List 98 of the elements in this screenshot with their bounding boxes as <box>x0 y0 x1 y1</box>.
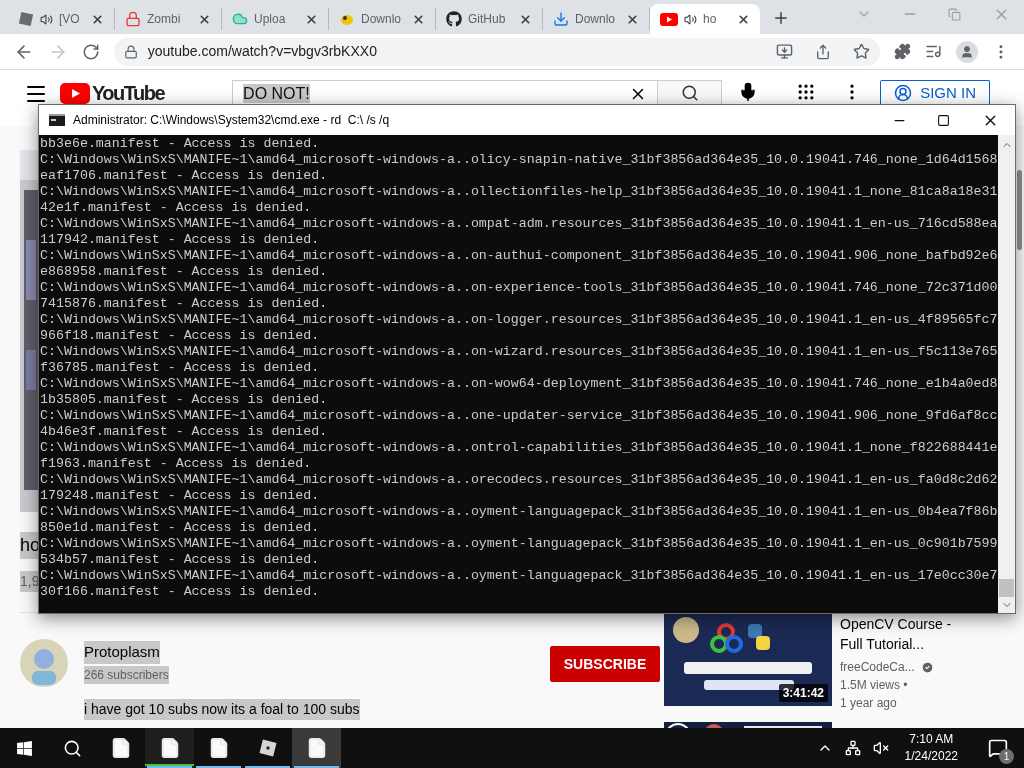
search-field[interactable]: DO NOT! <box>232 80 659 104</box>
console-line: C:\Windows\WinSxS\MANIFE~1\amd64_microsoft-windows-a..on-experience-tools_31bf3856ad364e35_10.0.19041.746_none_72c371d00 <box>40 280 998 296</box>
console-line: 4b46e3f.manifest - Access is denied. <box>40 424 328 440</box>
console-line: C:\Windows\WinSxS\MANIFE~1\amd64_microsoft-windows-a..on-wizard.resources_31bf3856ad364e35_10.0.19041.1_en-us_f5c113e765 <box>40 344 998 360</box>
console-line: 117942.manifest - Access is denied. <box>40 232 320 248</box>
duration-label: 3:41:42 <box>778 684 828 702</box>
console-line: C:\Windows\WinSxS\MANIFE~1\amd64_microsoft-windows-a..on-logger.resources_31bf3856ad364e35_10.0.19041.1_en-us_4f89565fc7 <box>40 312 998 328</box>
console-line: f36785.manifest - Access is denied. <box>40 360 320 376</box>
taskbar-app[interactable] <box>292 728 341 768</box>
muted-speaker-icon[interactable] <box>872 740 889 756</box>
channel-name[interactable]: Protoplasm <box>84 641 160 664</box>
search-icon <box>680 83 699 102</box>
tab-title: [VO <box>59 11 80 28</box>
console-line: 179248.manifest - Access is denied. <box>40 488 320 504</box>
tab-title: Zombi <box>147 11 181 28</box>
console-line: 30f166.manifest - Access is denied. <box>40 584 320 600</box>
user-icon <box>894 83 913 102</box>
media-queue-icon[interactable] <box>925 43 943 60</box>
profile-icon[interactable] <box>956 40 979 63</box>
notification-count: 1 <box>999 749 1014 764</box>
lock-icon <box>123 44 138 59</box>
clock-date: 1/24/2022 <box>904 748 958 765</box>
taskbar-app[interactable] <box>145 728 194 768</box>
address-field[interactable]: youtube.com/watch?v=vbgv3rbKXX0 <box>113 37 881 66</box>
browser-tab[interactable]: Uploa <box>222 8 329 30</box>
url-text: youtube.com/watch?v=vbgv3rbKXX0 <box>147 42 378 61</box>
console-line: e868958.manifest - Access is denied. <box>40 264 328 280</box>
share-icon[interactable] <box>815 43 832 60</box>
windows-logo-icon[interactable] <box>15 739 33 757</box>
close-icon[interactable] <box>198 12 211 26</box>
console-line: 966f18.manifest - Access is denied. <box>40 328 320 344</box>
console-line: C:\Windows\WinSxS\MANIFE~1\amd64_microsoft-windows-a..oyment-languagepack_31bf3856ad364e35_10.0.19041.1_en-us_0c901b7599 <box>40 536 998 552</box>
console-line: eaf1706.manifest - Access is denied. <box>40 168 328 184</box>
console-line: C:\Windows\WinSxS\MANIFE~1\amd64_microsoft-windows-a..ompat-adm.resources_31bf3856ad364e35_10.0.19041.1_en-us_716cd588ea <box>40 216 998 232</box>
console-icon <box>49 114 65 126</box>
close-icon[interactable] <box>412 12 425 26</box>
channel-name[interactable]: freeCodeCa... <box>840 658 915 676</box>
maximize-icon[interactable] <box>937 113 950 127</box>
close-icon[interactable] <box>305 12 318 26</box>
close-icon[interactable] <box>91 12 104 26</box>
scrollbar-thumb[interactable] <box>1017 170 1022 250</box>
close-icon[interactable] <box>737 12 750 26</box>
console-line: 42e1f.manifest - Access is denied. <box>40 200 312 216</box>
avatar <box>20 639 68 687</box>
network-icon[interactable] <box>844 740 861 756</box>
console-line: C:\Windows\WinSxS\MANIFE~1\amd64_microsoft-windows-a..on-wow64-deployment_31bf3856ad364e35_10.0.19041.746_none_e1b4a0ed8 <box>40 376 998 392</box>
tab-title: Uploa <box>254 11 286 28</box>
github-icon <box>446 11 462 27</box>
padlock-icon <box>125 11 141 27</box>
speaker-icon[interactable] <box>684 12 697 26</box>
close-icon[interactable] <box>519 12 532 26</box>
browser-tab[interactable]: Zombi <box>115 8 222 30</box>
console-line: C:\Windows\WinSxS\MANIFE~1\amd64_microsoft-windows-a..on-authui-component_31bf3856ad364e35_10.0.19041.906_none_bafbd92e6 <box>40 248 998 264</box>
speaker-icon[interactable] <box>40 12 53 26</box>
console-line: C:\Windows\WinSxS\MANIFE~1\amd64_microsoft-windows-a..olicy-snapin-native_31bf3856ad364e35_10.0.19041.746_none_1d64d1568 <box>40 152 998 168</box>
clock-time: 7:10 AM <box>909 731 954 748</box>
subscriber-count: 266 subscribers <box>84 665 169 684</box>
channel-description: i have got 10 subs now its a foal to 100 subs <box>84 699 360 720</box>
console-line: C:\Windows\WinSxS\MANIFE~1\amd64_microsoft-windows-a..oyment-languagepack_31bf3856ad364e35_10.0.19041.1_en-us_17e0cc30e7 <box>40 568 998 584</box>
new-tab-icon[interactable] <box>772 9 790 27</box>
browser-tab[interactable]: [VO <box>8 8 115 30</box>
search-value: DO NOT! <box>243 84 310 103</box>
console-line: bb3e6e.manifest - Access is denied. <box>40 136 320 152</box>
console-line: C:\Windows\WinSxS\MANIFE~1\amd64_microsoft-windows-a..oyment-languagepack_31bf3856ad364e35_10.0.19041.1_en-us_0b4ea7f86b <box>40 504 998 520</box>
play-logo-icon <box>660 12 678 26</box>
console-line: 534b57.manifest - Access is denied. <box>40 552 320 568</box>
install-icon[interactable] <box>776 43 794 60</box>
console-line: C:\Windows\WinSxS\MANIFE~1\amd64_microsoft-windows-a..orecodecs.resources_31bf3856ad364e35_10.0.19041.1_en-us_fa0d8c2d62 <box>40 472 998 488</box>
cloud-icon <box>232 11 248 27</box>
star-icon[interactable] <box>853 43 871 60</box>
close-icon[interactable] <box>626 12 639 26</box>
logo-text: YouTube <box>92 83 165 104</box>
browser-tab[interactable]: GitHub <box>436 8 543 30</box>
window-title: Administrator: C:\Windows\System32\cmd.exe - rd C:\ /s /q <box>73 112 390 129</box>
console-line: C:\Windows\WinSxS\MANIFE~1\amd64_microsoft-windows-a..ontrol-capabilities_31bf3856ad364e35_10.0.19041.1_none_f822688441e <box>40 440 998 456</box>
video-title[interactable]: OpenCV Course - Full Tutorial... <box>840 614 952 654</box>
view-count: 1.5M views • <box>840 677 909 694</box>
upload-age: 1 year ago <box>840 695 898 712</box>
tab-title: Downlo <box>361 11 402 28</box>
console-line: C:\Windows\WinSxS\MANIFE~1\amd64_microsoft-windows-a..ollectionfiles-help_31bf3856ad364e35_10.0.19041.1_none_81ca8a18e31 <box>40 184 998 200</box>
console-line: 7415876.manifest - Access is denied. <box>40 296 328 312</box>
console-line: C:\Windows\WinSxS\MANIFE~1\amd64_microsoft-windows-a..one-updater-service_31bf3856ad364e35_10.0.19041.906_none_9fd6af8cc <box>40 408 998 424</box>
subscribe-button[interactable]: SUBSCRIBE <box>550 646 660 682</box>
tab-title: GitHub <box>468 11 506 28</box>
browser-tab[interactable]: Downlo <box>329 8 436 30</box>
console-line: 1b35805.manifest - Access is denied. <box>40 392 328 408</box>
search-icon[interactable] <box>62 738 82 758</box>
browser-tab[interactable]: ho <box>650 4 760 34</box>
console-line: f1963.manifest - Access is denied. <box>40 456 312 472</box>
scrollbar-thumb[interactable] <box>999 579 1014 597</box>
download-icon <box>553 11 569 27</box>
puzzle-icon[interactable] <box>894 43 912 60</box>
console-line: 850e1d.manifest - Access is denied. <box>40 520 320 536</box>
tab-title: Downlo <box>575 11 616 28</box>
search-button[interactable] <box>658 80 723 104</box>
tab-title: ho <box>703 11 717 28</box>
reload-icon[interactable] <box>81 42 100 61</box>
clock[interactable]: 7:10 AM 1/24/2022 <box>900 731 962 765</box>
